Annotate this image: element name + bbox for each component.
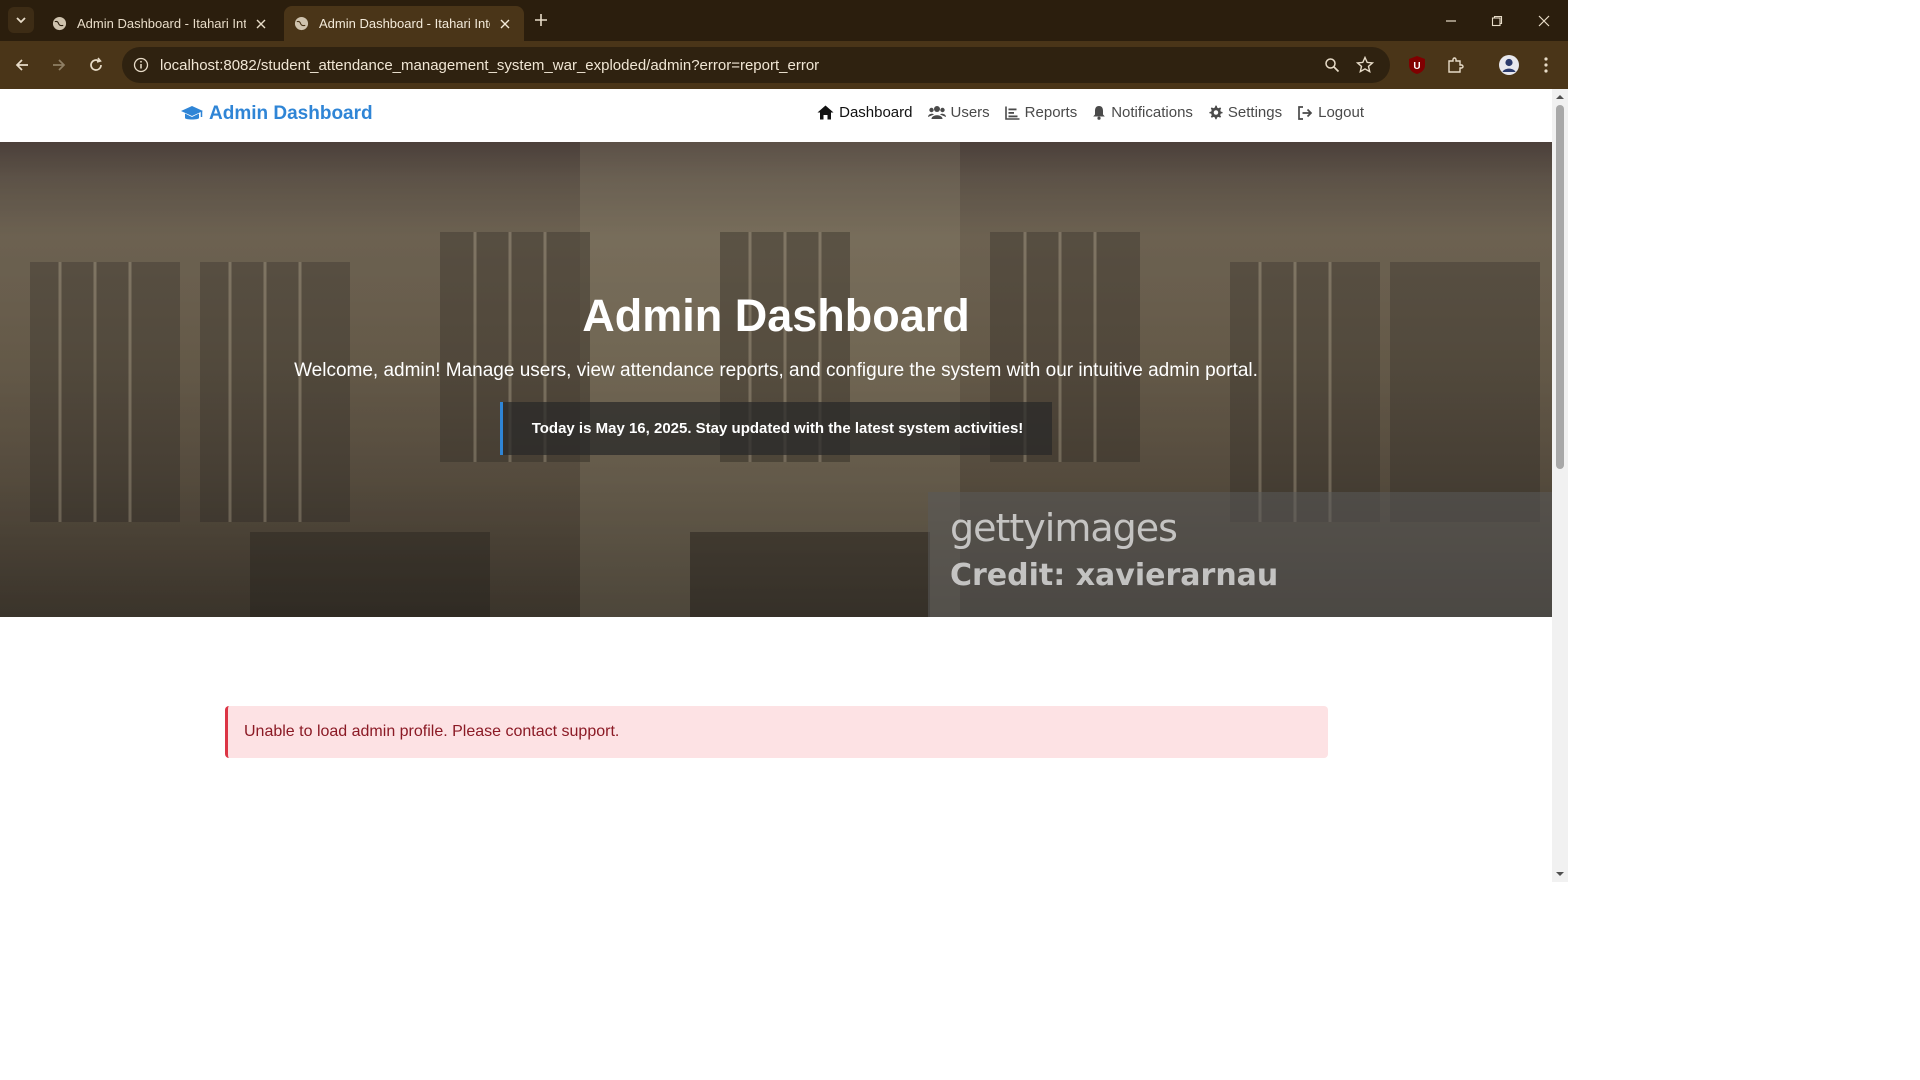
nav-label: Logout — [1318, 104, 1364, 121]
ublock-extension-icon[interactable]: U — [1405, 53, 1429, 77]
chevron-down-icon — [16, 17, 26, 24]
nav-dashboard[interactable]: Dashboard — [817, 104, 913, 121]
error-alert: Unable to load admin profile. Please con… — [225, 706, 1328, 758]
browser-toolbar: localhost:8082/student_attendance_manage… — [0, 41, 1568, 89]
nav-settings[interactable]: Settings — [1208, 104, 1282, 121]
close-icon[interactable] — [496, 15, 514, 33]
profile-avatar-icon[interactable] — [1497, 53, 1521, 77]
web-page: Admin Dashboard Dashboard Users Reports — [0, 89, 1552, 882]
close-icon[interactable] — [252, 15, 270, 33]
bell-icon — [1093, 106, 1106, 120]
reports-icon — [1004, 106, 1020, 120]
extensions-puzzle-icon[interactable] — [1443, 53, 1467, 77]
restore-button[interactable] — [1474, 0, 1520, 41]
scrollbar-thumb[interactable] — [1556, 105, 1564, 469]
tab-search-button[interactable] — [8, 7, 34, 33]
watermark-logo: gettyimages — [950, 506, 1178, 550]
url-text[interactable]: localhost:8082/student_attendance_manage… — [160, 57, 1390, 74]
graduation-cap-icon — [181, 106, 203, 120]
brand-title: Admin Dashboard — [209, 103, 373, 124]
scroll-up-icon[interactable] — [1555, 92, 1565, 102]
nav-logout[interactable]: Logout — [1297, 104, 1364, 121]
brand-logo[interactable]: Admin Dashboard — [180, 103, 373, 125]
page-scrollbar[interactable] — [1552, 89, 1568, 882]
minimize-icon — [1446, 19, 1456, 22]
tab-title: Admin Dashboard - Itahari Inte — [77, 16, 246, 31]
plus-icon — [535, 14, 547, 26]
reload-button[interactable] — [84, 53, 108, 77]
nav-notifications[interactable]: Notifications — [1092, 104, 1193, 121]
globe-icon — [52, 16, 67, 31]
zoom-icon[interactable] — [1322, 55, 1342, 75]
arrow-left-icon — [15, 59, 28, 71]
nav-users[interactable]: Users — [927, 104, 990, 121]
back-button[interactable] — [10, 53, 34, 77]
scroll-down-icon[interactable] — [1555, 869, 1565, 879]
hero-banner: Admin Dashboard Welcome, admin! Manage u… — [0, 142, 1552, 617]
getty-watermark: gettyimages Credit: xavierarnau — [928, 492, 1552, 617]
restore-icon — [1491, 15, 1503, 26]
minimize-button[interactable] — [1428, 0, 1474, 41]
nav-links: Dashboard Users Reports Notifications Se… — [802, 104, 1364, 121]
bookmark-star-icon[interactable] — [1355, 55, 1375, 75]
nav-label: Notifications — [1111, 104, 1193, 121]
logout-icon — [1298, 105, 1313, 120]
users-icon — [927, 106, 946, 119]
site-navbar: Admin Dashboard Dashboard Users Reports — [0, 89, 1552, 142]
nav-label: Dashboard — [839, 104, 913, 121]
globe-icon — [294, 16, 309, 31]
forward-button[interactable] — [47, 53, 71, 77]
nav-label: Reports — [1024, 104, 1078, 121]
home-icon — [817, 105, 834, 120]
reload-icon — [90, 57, 102, 71]
gear-icon — [1209, 105, 1223, 120]
svg-text:U: U — [1413, 61, 1420, 72]
watermark-credit: Credit: xavierarnau — [950, 558, 1279, 593]
tab-strip: Admin Dashboard - Itahari Inte Admin Das… — [0, 0, 1568, 41]
nav-reports[interactable]: Reports — [1004, 104, 1078, 121]
nav-label: Settings — [1227, 104, 1283, 121]
close-window-button[interactable] — [1521, 0, 1567, 41]
site-info-icon[interactable] — [131, 55, 151, 75]
address-bar[interactable]: localhost:8082/student_attendance_manage… — [122, 47, 1390, 83]
browser-menu-icon[interactable] — [1534, 53, 1558, 77]
arrow-right-icon — [53, 59, 66, 71]
new-tab-button[interactable] — [530, 9, 552, 31]
browser-tab[interactable]: Admin Dashboard - Itahari Inte — [42, 6, 280, 41]
hero-title: Admin Dashboard — [582, 290, 970, 341]
hero-subtitle: Welcome, admin! Manage users, view atten… — [294, 360, 1258, 381]
browser-tab-active[interactable]: Admin Dashboard - Itahari Inte — [284, 6, 524, 41]
date-notice: Today is May 16, 2025. Stay updated with… — [500, 402, 1052, 455]
close-icon — [1538, 15, 1550, 26]
tab-title: Admin Dashboard - Itahari Inte — [319, 16, 490, 31]
nav-label: Users — [950, 104, 990, 121]
browser-window: Admin Dashboard - Itahari Inte Admin Das… — [0, 0, 1568, 882]
